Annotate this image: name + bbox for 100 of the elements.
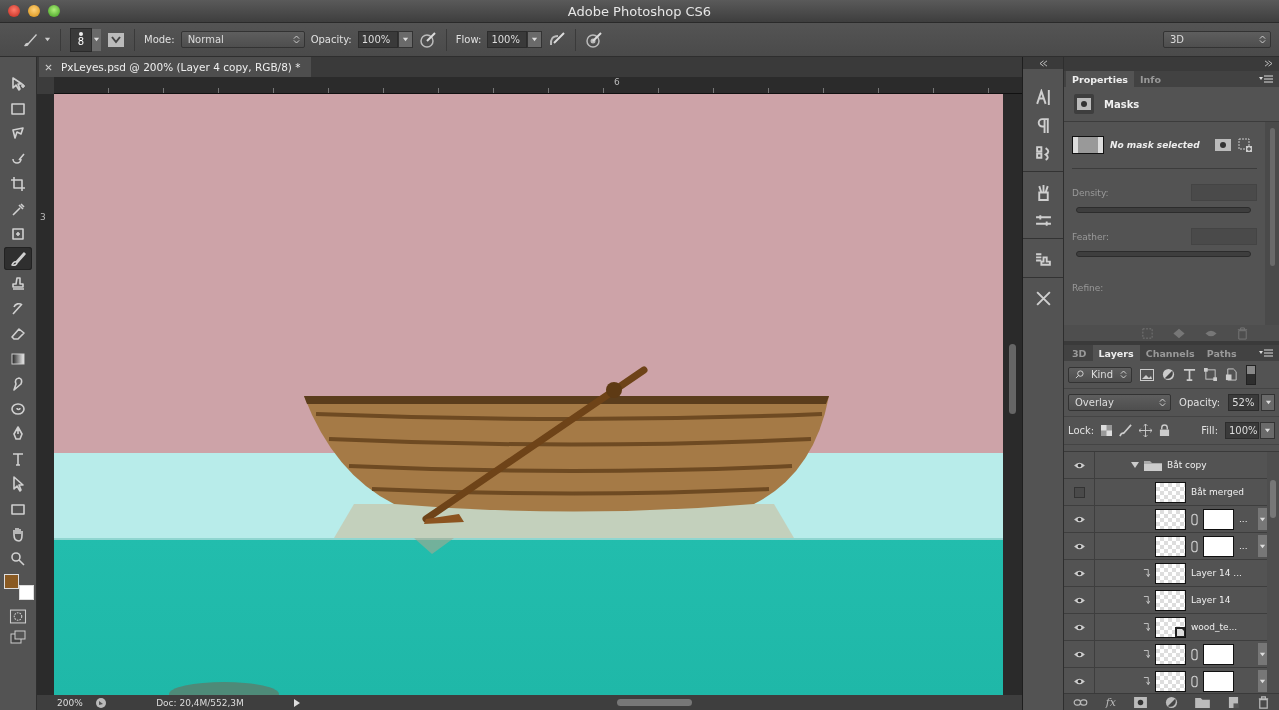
smart-object-filter-icon[interactable] bbox=[1225, 368, 1238, 381]
styles-icon[interactable] bbox=[1034, 144, 1052, 162]
close-icon[interactable] bbox=[45, 63, 52, 71]
layer-row[interactable]: ... bbox=[1064, 533, 1267, 560]
fill-field[interactable]: 100% bbox=[1225, 422, 1259, 439]
panel-tab[interactable]: Channels bbox=[1139, 345, 1201, 361]
trash-icon[interactable] bbox=[1257, 695, 1271, 709]
flow-field[interactable]: 100% bbox=[487, 31, 528, 48]
opacity-field[interactable]: 100% bbox=[357, 31, 398, 48]
layer-row[interactable]: wood_te... bbox=[1064, 614, 1267, 641]
play-icon[interactable] bbox=[293, 697, 301, 708]
pressure-size-icon[interactable] bbox=[585, 30, 604, 49]
stepper-icon bbox=[1159, 398, 1167, 407]
eye-icon bbox=[1072, 460, 1086, 470]
opacity-dropdown[interactable] bbox=[1261, 394, 1275, 411]
slider-track[interactable] bbox=[1076, 251, 1251, 257]
close-button[interactable] bbox=[8, 5, 20, 17]
layer-style-button[interactable]: fx bbox=[1105, 695, 1116, 709]
filter-dropdown[interactable]: Kind bbox=[1068, 366, 1132, 383]
folder-icon[interactable] bbox=[1195, 696, 1211, 708]
effects-dropdown[interactable] bbox=[1258, 643, 1267, 665]
expand-icon[interactable] bbox=[1264, 59, 1273, 67]
mode-dropdown[interactable]: Normal bbox=[180, 31, 305, 48]
link-icon[interactable] bbox=[1191, 674, 1198, 688]
panel-tab[interactable]: Info bbox=[1134, 71, 1167, 87]
pixel-mask-icon[interactable] bbox=[1215, 139, 1231, 151]
scrollbar-thumb[interactable] bbox=[1270, 480, 1276, 518]
filter-toggle[interactable] bbox=[1246, 364, 1256, 385]
layer-row[interactable] bbox=[1064, 641, 1267, 668]
brush-size-dropdown[interactable] bbox=[92, 28, 101, 51]
panel-menu-icon[interactable] bbox=[1259, 349, 1273, 357]
layer-row[interactable]: Båt merged bbox=[1064, 479, 1267, 506]
zoom-level[interactable]: 200% bbox=[57, 697, 87, 708]
brush-icon bbox=[10, 250, 26, 267]
scrollbar-thumb[interactable] bbox=[1269, 128, 1275, 266]
panel-menu-icon[interactable] bbox=[1259, 75, 1273, 83]
tool-button[interactable] bbox=[4, 247, 32, 270]
opacity-label: Opacity: bbox=[1179, 397, 1221, 408]
tool-presets-icon[interactable] bbox=[1034, 289, 1052, 307]
effects-dropdown[interactable] bbox=[1258, 670, 1267, 692]
document-tab[interactable]: PxLeyes.psd @ 200% (Layer 4 copy, RGB/8) * bbox=[39, 57, 311, 77]
vector-mask-icon[interactable] bbox=[1237, 137, 1253, 153]
expanded-arrow-icon[interactable] bbox=[1131, 461, 1139, 469]
minimize-button[interactable] bbox=[28, 5, 40, 17]
layer-row[interactable]: Layer 14 ... bbox=[1064, 560, 1267, 587]
effects-dropdown[interactable] bbox=[1258, 535, 1267, 557]
background-swatch[interactable] bbox=[19, 585, 34, 600]
lock-transparency-icon[interactable] bbox=[1101, 425, 1113, 436]
panel-tab[interactable]: Paths bbox=[1200, 345, 1243, 361]
foreground-swatch[interactable] bbox=[4, 574, 19, 589]
lock-pixels-icon[interactable] bbox=[1119, 424, 1133, 437]
collapse-icon[interactable] bbox=[1038, 59, 1048, 67]
brush-size-picker[interactable]: 8 bbox=[70, 27, 92, 52]
quick-mask-icon[interactable] bbox=[9, 609, 27, 624]
lock-icon[interactable] bbox=[1159, 424, 1171, 437]
caret-icon[interactable] bbox=[44, 36, 51, 43]
blend-mode-dropdown[interactable]: Overlay bbox=[1068, 394, 1172, 411]
opacity-field[interactable]: 52% bbox=[1228, 394, 1260, 411]
panel-tab[interactable]: Layers bbox=[1092, 345, 1140, 361]
layer-row[interactable]: Layer 14 bbox=[1064, 587, 1267, 614]
adjustment-layer-icon[interactable] bbox=[1164, 695, 1178, 709]
horizontal-scrollbar[interactable] bbox=[617, 699, 692, 706]
export-icon[interactable] bbox=[95, 696, 107, 709]
link-icon[interactable] bbox=[1191, 539, 1198, 553]
effects-dropdown[interactable] bbox=[1258, 508, 1267, 530]
shape-filter-icon[interactable] bbox=[1204, 368, 1217, 381]
lock-position-icon[interactable] bbox=[1139, 424, 1153, 437]
healing-brush-icon bbox=[10, 225, 26, 242]
panel-tab[interactable]: 3D bbox=[1066, 345, 1093, 361]
brush-icon[interactable] bbox=[22, 31, 38, 48]
brush-panel-icon[interactable] bbox=[107, 30, 125, 49]
character-icon[interactable] bbox=[1034, 88, 1052, 106]
new-layer-icon[interactable] bbox=[1228, 695, 1240, 709]
panel-tab[interactable]: Properties bbox=[1066, 71, 1134, 87]
layer-row[interactable]: ... bbox=[1064, 506, 1267, 533]
adjustment-filter-icon[interactable] bbox=[1162, 368, 1175, 381]
link-icon[interactable] bbox=[1191, 512, 1198, 526]
section-title: Masks bbox=[1104, 98, 1140, 110]
window-title: Adobe Photoshop CS6 bbox=[567, 3, 712, 19]
link-icon[interactable] bbox=[1072, 697, 1088, 707]
flow-dropdown[interactable] bbox=[527, 31, 543, 48]
pressure-opacity-icon[interactable] bbox=[418, 30, 437, 49]
workspace-dropdown[interactable]: 3D bbox=[1163, 31, 1271, 48]
layer-thumbnail bbox=[1155, 643, 1186, 665]
screen-mode-icon[interactable] bbox=[9, 630, 27, 644]
zoom-button[interactable] bbox=[48, 5, 60, 17]
add-mask-icon[interactable] bbox=[1133, 696, 1147, 708]
type-filter-icon[interactable] bbox=[1183, 368, 1196, 381]
mask-icon[interactable] bbox=[1074, 94, 1094, 114]
layer-row[interactable]: Båt copy bbox=[1064, 452, 1267, 479]
document-info: Doc: 20,4M/552,3M bbox=[155, 697, 245, 708]
layer-thumbnail bbox=[1155, 589, 1186, 611]
clone-source-icon[interactable] bbox=[1034, 250, 1052, 268]
image-filter-icon[interactable] bbox=[1140, 368, 1154, 381]
mask-thumbnail bbox=[1203, 535, 1234, 557]
link-icon[interactable] bbox=[1191, 647, 1198, 661]
slider-track[interactable] bbox=[1076, 207, 1251, 213]
fill-dropdown[interactable] bbox=[1260, 422, 1275, 439]
caret-icon bbox=[401, 36, 409, 43]
layer-name: ... bbox=[1239, 514, 1248, 524]
